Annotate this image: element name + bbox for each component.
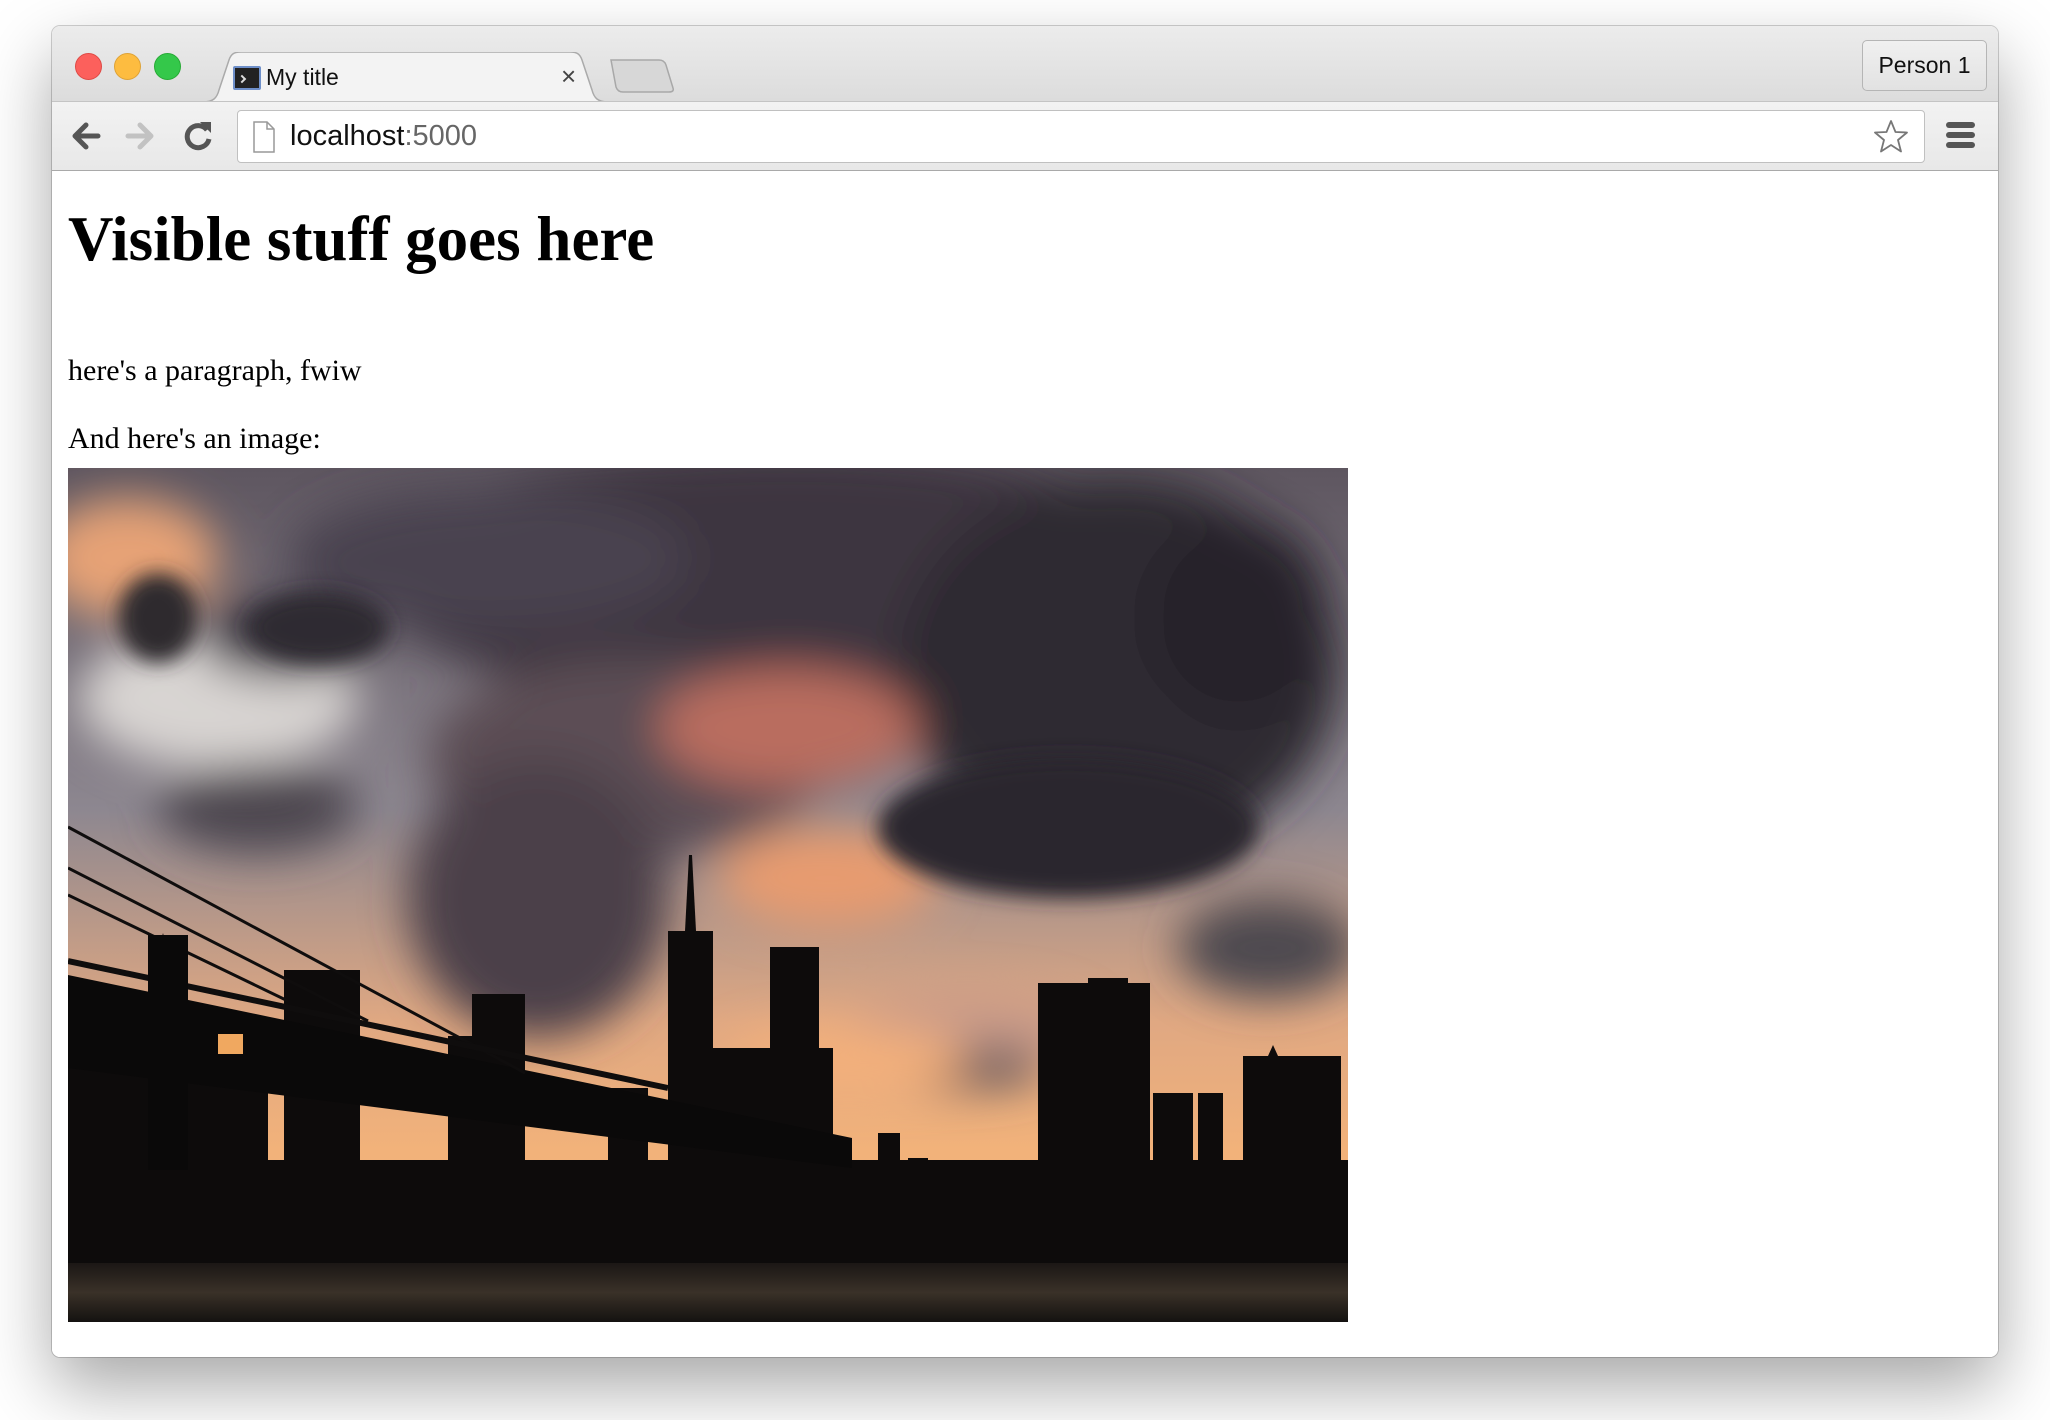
url-host: localhost: [290, 120, 405, 152]
tab-active[interactable]: My title ×: [203, 52, 608, 102]
tab-title: My title: [266, 64, 339, 90]
tab-close-icon[interactable]: ×: [561, 61, 576, 92]
reload-icon[interactable]: [180, 118, 216, 154]
menu-hamburger-icon[interactable]: [1945, 120, 1977, 150]
new-tab-button[interactable]: [609, 58, 675, 94]
back-arrow-icon[interactable]: [68, 118, 104, 154]
bookmark-star-icon[interactable]: [1872, 118, 1910, 156]
river-water: [68, 1263, 1348, 1322]
forward-arrow-icon[interactable]: [122, 118, 158, 154]
browser-window: My title × Person 1 localhost:5000 Visib…: [52, 26, 1998, 1357]
url-port: :5000: [404, 120, 478, 152]
tab-bar: My title × Person 1: [52, 26, 1998, 102]
minimize-window-button[interactable]: [114, 53, 141, 80]
tab-shape: [203, 52, 608, 102]
paragraph: here's a paragraph, fwiw: [68, 354, 362, 387]
close-window-button[interactable]: [75, 53, 102, 80]
address-bar[interactable]: localhost:5000: [237, 110, 1925, 163]
skyline-photo: [68, 468, 1348, 1322]
terminal-icon: [233, 66, 261, 90]
url-text[interactable]: localhost:5000: [290, 120, 477, 153]
page-icon: [253, 121, 275, 153]
page-content: Visible stuff goes here here's a paragra…: [52, 171, 1998, 1357]
image-caption: And here's an image:: [68, 422, 321, 455]
page-heading: Visible stuff goes here: [68, 204, 655, 274]
profile-button[interactable]: Person 1: [1862, 40, 1987, 91]
maximize-window-button[interactable]: [154, 53, 181, 80]
toolbar: localhost:5000: [52, 101, 1998, 171]
